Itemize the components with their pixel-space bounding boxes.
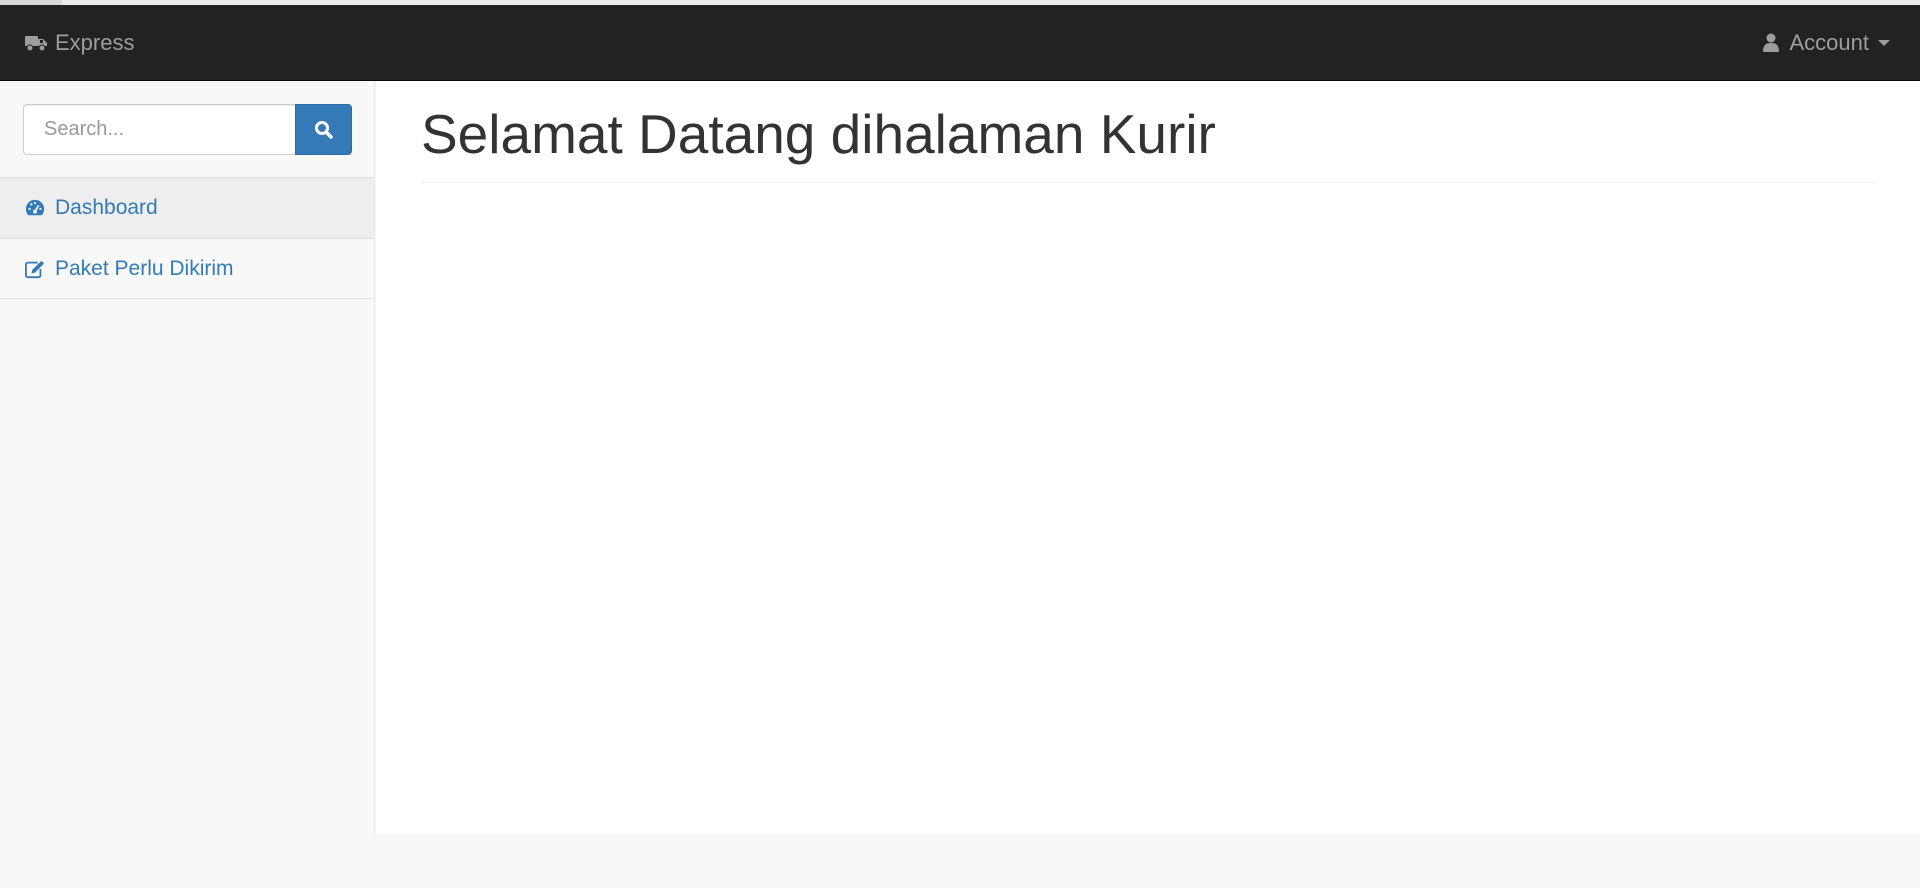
sidebar: Dashboard Paket Perlu Dikirim bbox=[0, 81, 375, 833]
sidebar-item-label: Paket Perlu Dikirim bbox=[55, 256, 234, 280]
search-button[interactable] bbox=[295, 104, 352, 155]
sidebar-item-paket-perlu-dikirim[interactable]: Paket Perlu Dikirim bbox=[0, 238, 374, 299]
sidebar-item-dashboard[interactable]: Dashboard bbox=[0, 177, 374, 238]
user-icon bbox=[1762, 33, 1781, 53]
account-label: Account bbox=[1789, 30, 1870, 55]
page-title: Selamat Datang dihalaman Kurir bbox=[421, 103, 1216, 165]
sidebar-search bbox=[23, 104, 352, 155]
sidebar-item-label: Dashboard bbox=[55, 196, 158, 219]
truck-icon bbox=[25, 34, 47, 52]
main-content: Selamat Datang dihalaman Kurir bbox=[376, 81, 1920, 833]
brand-label: Express bbox=[55, 30, 135, 55]
page-header: Selamat Datang dihalaman Kurir bbox=[421, 81, 1876, 183]
search-icon bbox=[314, 120, 334, 140]
account-dropdown[interactable]: Account bbox=[1762, 5, 1890, 81]
caret-down-icon bbox=[1878, 40, 1890, 46]
dashboard-icon bbox=[25, 198, 45, 218]
sidebar-menu: Dashboard Paket Perlu Dikirim bbox=[0, 177, 374, 299]
top-navbar: Express Account bbox=[0, 5, 1920, 81]
edit-icon bbox=[25, 259, 45, 279]
search-input[interactable] bbox=[23, 104, 295, 155]
brand-link[interactable]: Express bbox=[25, 5, 134, 81]
